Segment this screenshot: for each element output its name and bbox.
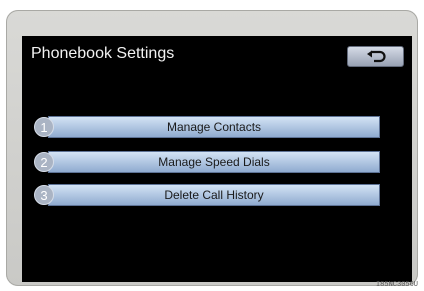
menu-row-delete-call-history: 3 Delete Call History [34, 184, 380, 206]
page-title: Phonebook Settings [31, 45, 175, 62]
manage-speed-dials-button[interactable]: Manage Speed Dials [48, 151, 380, 173]
manage-contacts-button[interactable]: Manage Contacts [48, 116, 380, 138]
menu-row-manage-contacts: 1 Manage Contacts [34, 116, 380, 138]
phonebook-settings-screen: Phonebook Settings 1 Manage Contacts 2 M… [22, 36, 412, 282]
number-badge: 3 [34, 185, 54, 205]
number-badge: 2 [34, 152, 54, 172]
back-button[interactable] [347, 46, 404, 67]
number-badge: 1 [34, 117, 54, 137]
return-arrow-icon [366, 50, 386, 62]
delete-call-history-button[interactable]: Delete Call History [48, 184, 380, 206]
image-code: I85NC3056U [375, 281, 418, 289]
menu-row-manage-speed-dials: 2 Manage Speed Dials [34, 151, 380, 173]
